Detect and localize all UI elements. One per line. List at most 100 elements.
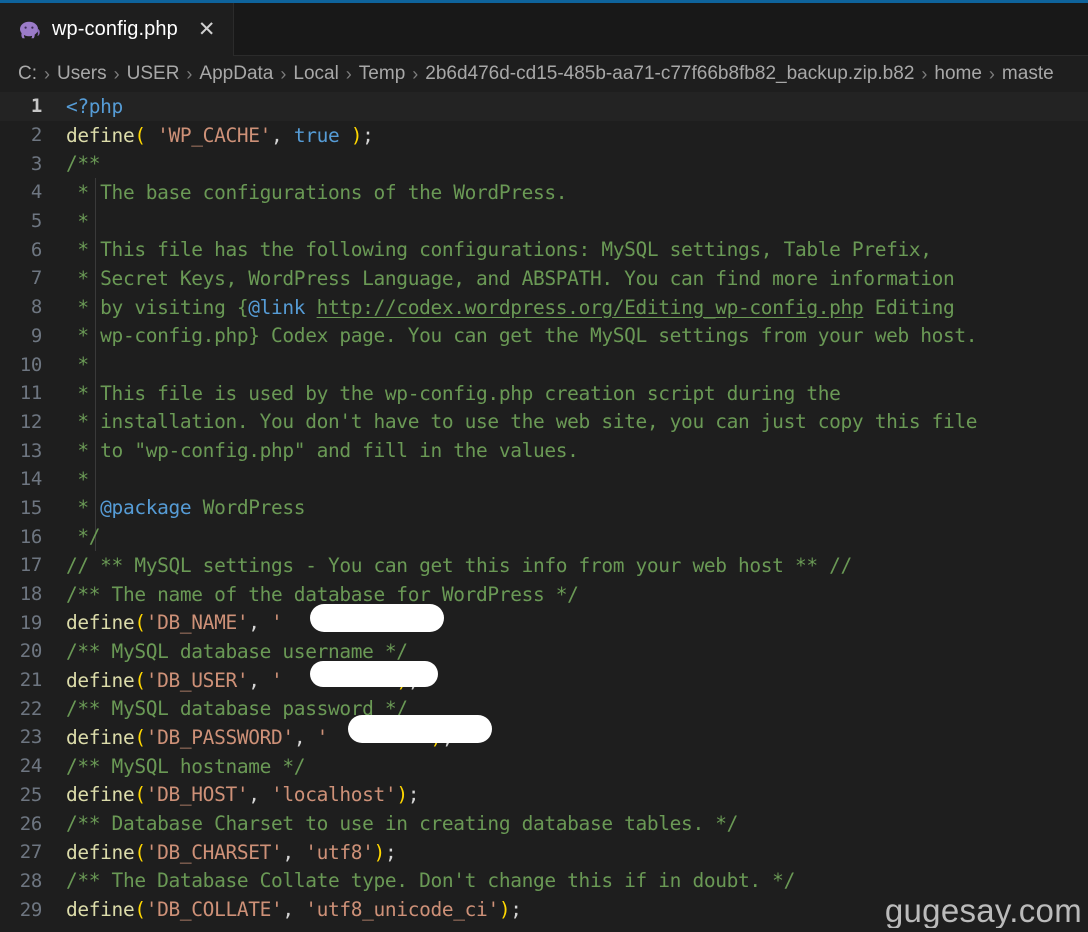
- code-line[interactable]: 22 /** MySQL database password */: [0, 694, 1088, 723]
- code-token: /** MySQL hostname */: [66, 754, 306, 778]
- line-number: 9: [30, 324, 42, 347]
- code-token: (: [134, 668, 146, 692]
- code-text: * by visiting {@link http://codex.wordpr…: [66, 296, 954, 319]
- code-text: define('DB_HOST', 'localhost');: [66, 783, 419, 806]
- code-line[interactable]: 13 * to "wp-config.php" and fill in the …: [0, 436, 1088, 465]
- code-line[interactable]: 25 define('DB_HOST', 'localhost');: [0, 781, 1088, 810]
- code-line[interactable]: 3 /**: [0, 149, 1088, 178]
- line-number: 18: [19, 583, 43, 606]
- code-token: ): [373, 840, 386, 864]
- code-token: * by visiting {: [66, 295, 249, 319]
- code-line[interactable]: 6 * This file has the following configur…: [0, 235, 1088, 265]
- code-line[interactable]: 21 define('DB_USER', ' ');: [0, 666, 1088, 695]
- tab-wp-config-php[interactable]: wp-config.php ✕: [0, 3, 235, 56]
- code-token: ): [396, 668, 408, 692]
- code-token: (: [134, 898, 146, 922]
- code-token: * to "wp-config.php" and fill in the val…: [66, 439, 579, 463]
- code-token[interactable]: http://codex.wordpress.org/Editing_wp-co…: [317, 296, 864, 319]
- code-token: ): [407, 611, 420, 635]
- indent-guide: [95, 464, 96, 494]
- code-line[interactable]: 8 * by visiting {@link http://codex.word…: [0, 292, 1088, 322]
- code-text: define('DB_NAME', ' ');: [66, 611, 431, 634]
- code-line[interactable]: 9 * wp-config.php} Codex page. You can g…: [0, 321, 1088, 351]
- breadcrumb-separator: ›: [345, 63, 352, 84]
- code-text: // ** MySQL settings - You can get this …: [66, 554, 852, 577]
- code-token: *: [66, 467, 89, 491]
- breadcrumb-item[interactable]: maste: [1002, 63, 1054, 85]
- line-number: 22: [19, 697, 43, 720]
- code-token: ,: [248, 668, 272, 692]
- code-text: * to "wp-config.php" and fill in the val…: [66, 439, 579, 462]
- code-line[interactable]: 26 /** Database Charset to use in creatin…: [0, 809, 1088, 838]
- code-line[interactable]: 2 define( 'WP_CACHE', true );: [0, 121, 1088, 150]
- code-line[interactable]: 5 *: [0, 206, 1088, 236]
- code-token: ,: [293, 725, 317, 749]
- code-line[interactable]: 14 *: [0, 464, 1088, 494]
- code-line[interactable]: 4 * The base configurations of the WordP…: [0, 178, 1088, 207]
- code-line[interactable]: 19 define('DB_NAME', ' ');: [0, 608, 1088, 637]
- breadcrumb-item[interactable]: AppData: [199, 63, 273, 85]
- code-text: define('DB_PASSWORD', ' ');: [66, 725, 454, 749]
- code-token: WordPress: [191, 496, 306, 520]
- code-line[interactable]: 11 * This file is used by the wp-config.…: [0, 378, 1088, 408]
- code-editor[interactable]: 1 <?php 2 define( 'WP_CACHE', true ); 3/** 4 …: [0, 92, 1088, 932]
- line-number: 20: [19, 640, 43, 663]
- code-line[interactable]: 7 * Secret Keys, WordPress Language, and…: [0, 264, 1088, 293]
- code-token: ): [430, 725, 443, 749]
- breadcrumb-item[interactable]: Users: [57, 63, 107, 85]
- code-text: * This file has the following configurat…: [66, 238, 932, 261]
- code-token: * Secret Keys, WordPress Language, and A…: [66, 266, 955, 290]
- code-token: define: [66, 725, 135, 749]
- code-line[interactable]: 20 /** MySQL database username */: [0, 637, 1088, 666]
- code-line[interactable]: 27 define('DB_CHARSET', 'utf8');: [0, 838, 1088, 867]
- code-line[interactable]: 18 /** The name of the database for WordP…: [0, 580, 1088, 609]
- code-text: * wp-config.php} Codex page. You can get…: [66, 324, 977, 347]
- breadcrumb-item[interactable]: C:: [18, 63, 37, 85]
- code-token: * wp-config.php} Codex page. You can get…: [66, 324, 978, 348]
- code-line[interactable]: 10 *: [0, 350, 1088, 379]
- code-text: <?php: [66, 95, 123, 118]
- code-token: 'localhost': [271, 783, 397, 807]
- line-number: 21: [19, 669, 43, 692]
- code-text: */: [66, 525, 100, 548]
- code-text: * installation. You don't have to use th…: [66, 410, 977, 433]
- code-token: @package: [100, 496, 192, 520]
- breadcrumb-separator: ›: [412, 63, 419, 84]
- code-token: @link: [248, 295, 306, 319]
- code-line[interactable]: 17 // ** MySQL settings - You can get thi…: [0, 551, 1088, 580]
- code-line[interactable]: 12 * installation. You don't have to use…: [0, 407, 1088, 437]
- code-text: * This file is used by the wp-config.php…: [66, 382, 841, 405]
- line-number: 3: [30, 152, 42, 175]
- code-token: 'DB_COLLATE': [145, 898, 283, 922]
- breadcrumb-separator: ›: [280, 63, 287, 84]
- php-elephant-icon: [18, 18, 42, 42]
- code-token: * This file has the following configurat…: [66, 238, 932, 262]
- code-text: define('DB_COLLATE', 'utf8_unicode_ci');: [66, 898, 522, 921]
- breadcrumb-item[interactable]: home: [934, 63, 982, 85]
- breadcrumb-item[interactable]: USER: [127, 63, 180, 85]
- code-token: /** The name of the database for WordPre…: [66, 582, 579, 606]
- code-line[interactable]: 24 /** MySQL hostname */: [0, 752, 1088, 781]
- tab-title: wp-config.php: [52, 18, 178, 40]
- code-line[interactable]: 15 * @package WordPress: [0, 493, 1088, 523]
- close-icon[interactable]: ✕: [194, 17, 220, 42]
- code-line[interactable]: 16 */: [0, 522, 1088, 551]
- code-token: ;: [384, 840, 397, 864]
- code-line[interactable]: 23 define('DB_PASSWORD', ' ');: [0, 723, 1088, 752]
- code-line[interactable]: 28 /** The Database Collate type. Don't c…: [0, 867, 1088, 896]
- line-number: 19: [19, 611, 43, 634]
- code-token: define: [66, 668, 135, 692]
- line-number: 15: [19, 496, 43, 519]
- code-token: (: [134, 725, 146, 749]
- code-token: *: [66, 496, 101, 520]
- breadcrumb-item[interactable]: Temp: [359, 63, 405, 85]
- code-line[interactable]: 1 <?php: [0, 92, 1088, 121]
- code-text: /** MySQL hostname */: [66, 754, 306, 778]
- code-token: (: [134, 840, 146, 864]
- breadcrumb-item[interactable]: Local: [293, 63, 338, 85]
- code-token: 'DB_HOST': [145, 783, 249, 807]
- code-token: true: [293, 123, 340, 147]
- line-number: 14: [19, 468, 43, 491]
- breadcrumb-item[interactable]: 2b6d476d-cd15-485b-aa71-c77f66b8fb82_bac…: [425, 63, 914, 85]
